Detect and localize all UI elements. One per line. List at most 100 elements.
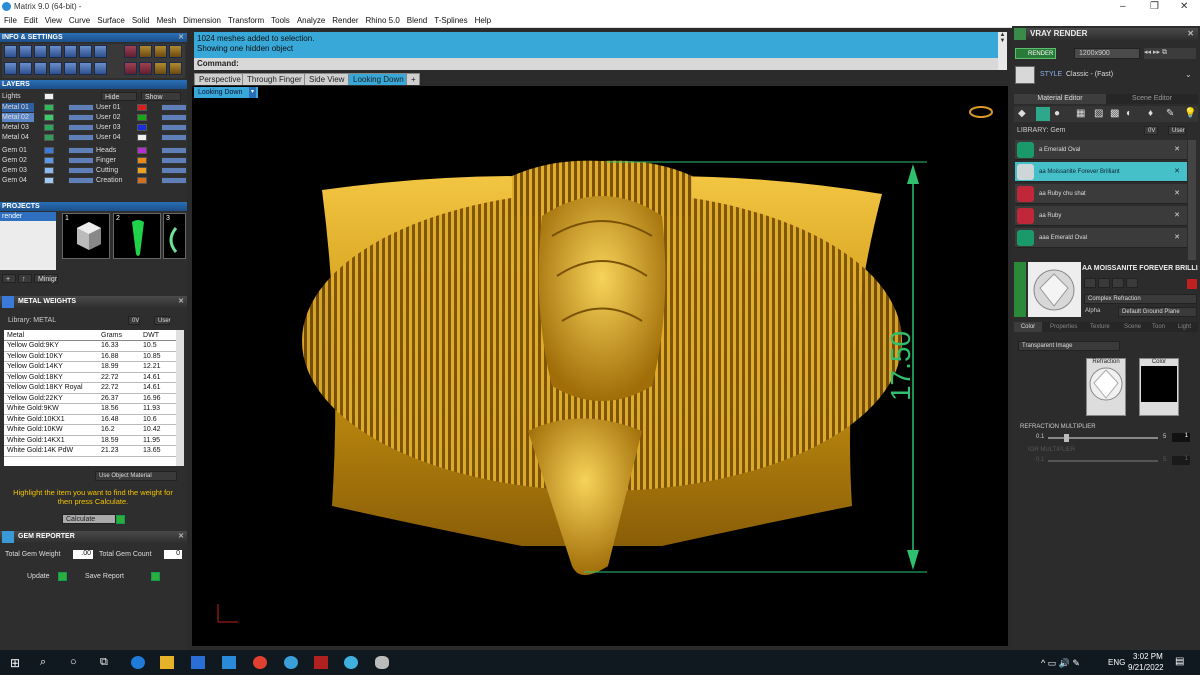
- layer-user-04[interactable]: User 04: [96, 133, 121, 142]
- menu-solid[interactable]: Solid: [128, 14, 153, 25]
- user-swatch[interactable]: [137, 134, 147, 141]
- tool-button[interactable]: [4, 45, 17, 58]
- layer-metal-03[interactable]: Metal 03: [2, 123, 29, 132]
- refraction-value[interactable]: 1: [1172, 433, 1190, 442]
- close-icon[interactable]: ✕: [1187, 28, 1194, 40]
- gem-material-icon[interactable]: [1036, 107, 1050, 121]
- remove-icon[interactable]: ✕: [1174, 206, 1180, 226]
- menu-curve[interactable]: Curve: [65, 14, 93, 25]
- tool-button[interactable]: [94, 45, 107, 58]
- ground-plane-select[interactable]: Default Ground Plane: [1118, 307, 1197, 317]
- mini-button[interactable]: [1112, 278, 1124, 288]
- menu-file[interactable]: File: [0, 14, 20, 25]
- layer-cutting[interactable]: Cutting: [96, 166, 118, 175]
- app-icon[interactable]: [375, 656, 389, 669]
- tool-button[interactable]: [139, 62, 152, 75]
- cortana-icon[interactable]: ○: [70, 656, 84, 669]
- table-row[interactable]: Yellow Gold:14KY 18.99 12.21: [4, 361, 176, 373]
- tab-looking-down[interactable]: Looking Down: [348, 73, 409, 85]
- tool-button[interactable]: [124, 45, 137, 58]
- close-icon[interactable]: ✕: [178, 296, 184, 308]
- menu-mesh[interactable]: Mesh: [153, 14, 180, 25]
- tool-button[interactable]: [79, 62, 92, 75]
- lock-toggle[interactable]: [161, 114, 187, 121]
- lock-toggle[interactable]: [68, 124, 94, 131]
- calculate-go-icon[interactable]: [116, 515, 125, 524]
- menu-surface[interactable]: Surface: [93, 14, 128, 25]
- tab-texture[interactable]: Texture: [1090, 322, 1110, 332]
- store-icon[interactable]: [191, 656, 205, 669]
- metal-swatch[interactable]: [44, 124, 54, 131]
- minigr-button[interactable]: Minigr: [34, 274, 58, 283]
- table-row[interactable]: White Gold:14K PdW 21.23 13.65: [4, 445, 176, 457]
- add-tab-button[interactable]: +: [406, 73, 420, 85]
- lock-toggle[interactable]: [68, 157, 94, 164]
- resolution-field[interactable]: 1200x900: [1074, 48, 1140, 59]
- table-row[interactable]: Yellow Gold:18KY Royal 22.72 14.61: [4, 382, 176, 394]
- project-thumb-3[interactable]: 3: [163, 213, 186, 259]
- gem-swatch[interactable]: [44, 147, 54, 154]
- tab-light[interactable]: Light: [1178, 322, 1191, 332]
- chrome-icon[interactable]: [253, 656, 267, 669]
- tab-material-editor[interactable]: Material Editor: [1014, 94, 1106, 104]
- user-swatch[interactable]: [137, 104, 147, 111]
- menu-tsplines[interactable]: T-Splines: [430, 14, 470, 25]
- tab-scene[interactable]: Scene: [1124, 322, 1141, 332]
- misc-swatch[interactable]: [137, 177, 147, 184]
- tool-button[interactable]: [19, 62, 32, 75]
- maximize-button[interactable]: ❐: [1150, 1, 1159, 12]
- tool-button[interactable]: [94, 62, 107, 75]
- update-button[interactable]: Update: [27, 573, 50, 580]
- metal-swatch[interactable]: [44, 134, 54, 141]
- use-object-material-button[interactable]: Use Object Material: [95, 471, 177, 481]
- tool-button[interactable]: [154, 62, 167, 75]
- gem-lib-0v-button[interactable]: 0V: [1144, 126, 1158, 135]
- tool-button[interactable]: [64, 45, 77, 58]
- tool-button[interactable]: [124, 62, 137, 75]
- tab-toon[interactable]: Toon: [1152, 322, 1165, 332]
- edge-icon[interactable]: [131, 656, 145, 669]
- color-slot[interactable]: Color: [1139, 358, 1179, 416]
- update-go-icon[interactable]: [58, 572, 67, 581]
- project-thumb-1[interactable]: 1: [62, 213, 110, 259]
- slider-handle[interactable]: [1064, 434, 1069, 442]
- language-indicator[interactable]: ENG: [1108, 658, 1125, 667]
- layer-heads[interactable]: Heads: [96, 146, 116, 155]
- lights-swatch[interactable]: [44, 93, 54, 100]
- save-report-button[interactable]: Save Report: [85, 573, 124, 580]
- lib-0v-button[interactable]: 0V: [128, 316, 140, 325]
- ior-slider[interactable]: [1048, 460, 1158, 462]
- lock-toggle[interactable]: [68, 114, 94, 121]
- tool-button[interactable]: [4, 62, 17, 75]
- layer-gem-04[interactable]: Gem 04: [2, 176, 27, 185]
- lock-toggle[interactable]: [161, 167, 187, 174]
- remove-icon[interactable]: ✕: [1174, 140, 1180, 160]
- layer-user-03[interactable]: User 03: [96, 123, 121, 132]
- tool-button[interactable]: [49, 62, 62, 75]
- library-scrollbar[interactable]: [1188, 140, 1196, 260]
- user-swatch[interactable]: [137, 124, 147, 131]
- library-item[interactable]: aa Ruby chu shat ✕: [1015, 184, 1187, 204]
- layer-metal-02[interactable]: Metal 02: [2, 113, 34, 122]
- render-button[interactable]: RENDER: [1015, 48, 1056, 59]
- library-item[interactable]: aa Ruby ✕: [1015, 206, 1187, 226]
- refraction-slot[interactable]: Refraction: [1086, 358, 1126, 416]
- gem-swatch[interactable]: [44, 167, 54, 174]
- notification-icon[interactable]: ▤: [1175, 656, 1184, 667]
- style-chevron-icon[interactable]: ⌄: [1185, 70, 1192, 79]
- menu-rhino[interactable]: Rhino 5.0: [362, 14, 403, 25]
- layer-user-02[interactable]: User 02: [96, 113, 121, 122]
- menu-help[interactable]: Help: [471, 14, 494, 25]
- menu-analyze[interactable]: Analyze: [293, 14, 328, 25]
- layer-gem-02[interactable]: Gem 02: [2, 156, 27, 165]
- layer-creation[interactable]: Creation: [96, 176, 122, 185]
- add-project-button[interactable]: +: [2, 274, 16, 283]
- mail-icon[interactable]: [222, 656, 236, 669]
- menu-render[interactable]: Render: [328, 14, 361, 25]
- delete-material-icon[interactable]: [1187, 279, 1197, 289]
- rhino-icon[interactable]: [314, 656, 328, 669]
- table-row[interactable]: Yellow Gold:9KY 16.33 10.5: [4, 340, 176, 352]
- lock-toggle[interactable]: [161, 177, 187, 184]
- clock-time[interactable]: 3:02 PM: [1133, 652, 1163, 661]
- tab-side-view[interactable]: Side View: [304, 73, 350, 85]
